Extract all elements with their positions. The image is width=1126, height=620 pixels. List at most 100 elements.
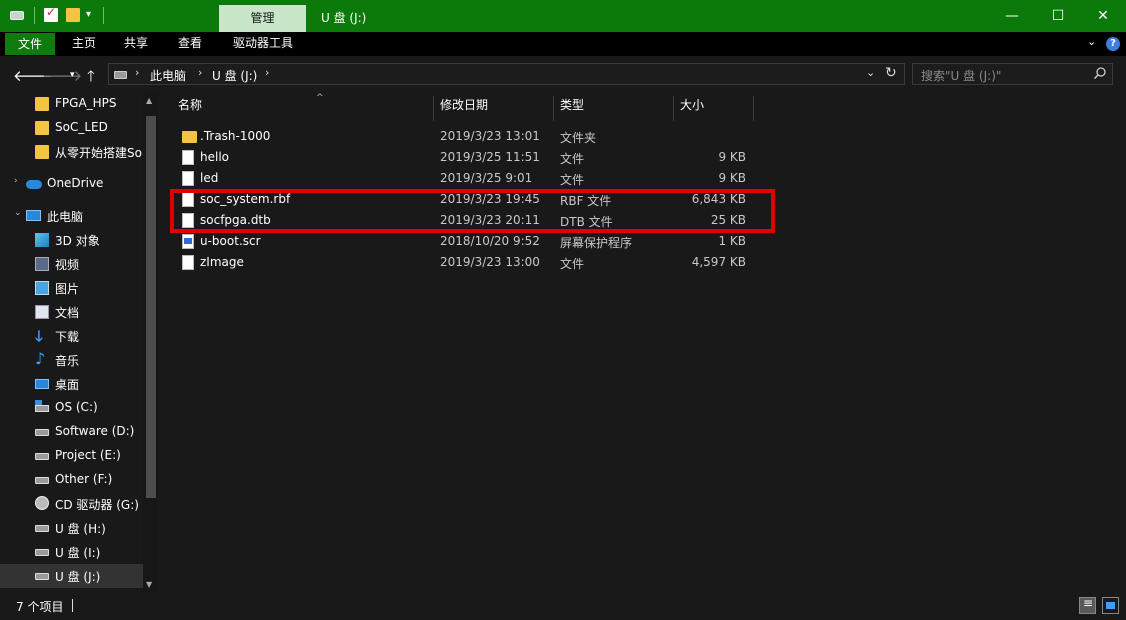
close-button[interactable]: ✕ [1080,0,1126,32]
file-icon [182,150,194,165]
file-size: 9 KB [718,150,746,164]
column-header-size[interactable]: 大小 [680,96,704,121]
forward-arrow-icon[interactable]: 🡒 [42,66,82,85]
breadcrumb-chevron-icon[interactable]: › [265,66,269,79]
sidebar-item-label: 图片 [55,282,80,296]
breadcrumb-chevron-icon[interactable]: › [198,66,202,79]
column-divider[interactable] [433,96,434,121]
address-dropdown-chevron-icon[interactable]: ⌄ [866,66,875,79]
search-input[interactable]: 搜索"U 盘 (J:)" [912,63,1113,85]
sidebar-item-label: SoC_LED [55,120,108,134]
sidebar-item-label: Project (E:) [55,448,121,462]
folder-icon [182,131,197,143]
tab-file[interactable]: 文件 [5,33,55,55]
file-list: 名称 ^ 修改日期 类型 大小 .Trash-1000 2019/3/23 13… [160,92,1126,592]
column-header-date[interactable]: 修改日期 [440,96,488,121]
folder-icon [35,97,49,111]
recent-locations-chevron-icon[interactable]: ▾ [70,70,75,80]
customize-toolbar-chevron-icon[interactable]: ▾ [86,9,91,20]
sidebar-item-label: 桌面 [55,378,80,392]
drive-icon[interactable] [10,11,24,20]
sidebar-item-label: 音乐 [55,354,80,368]
table-row[interactable]: zImage 2019/3/23 13:00 文件 4,597 KB [174,252,759,273]
new-folder-icon[interactable] [66,8,80,22]
large-icons-view-icon[interactable] [1102,597,1119,614]
file-type: 文件 [560,152,585,166]
properties-icon[interactable] [44,5,58,22]
highlight-annotation-box [170,189,775,233]
table-row[interactable]: .Trash-1000 2019/3/23 13:01 文件夹 [174,126,759,147]
sidebar-item-other-f[interactable]: Other (F:) [0,468,143,492]
scroll-down-arrow-icon[interactable]: ▼ [146,580,152,589]
tab-view[interactable]: 查看 [169,32,211,54]
breadcrumb-u-drive[interactable]: U 盘 (J:) [212,67,257,84]
toolbar-divider [103,7,104,24]
maximize-button[interactable]: ☐ [1035,0,1081,32]
file-date: 2019/3/23 13:01 [440,129,540,143]
tab-share[interactable]: 共享 [115,32,157,54]
sidebar-item-videos[interactable]: 视频 [0,252,143,276]
file-date: 2018/10/20 9:52 [440,234,540,248]
music-icon: ♪ [35,349,46,368]
sidebar-item-downloads[interactable]: 🡓 下载 [0,324,143,348]
toolbar-divider [34,7,35,24]
drive-icon [35,549,49,556]
minimize-button[interactable]: — [989,0,1035,32]
sidebar-item-music[interactable]: ♪ 音乐 [0,348,143,372]
sidebar-item-u-drive-h[interactable]: U 盘 (H:) [0,516,143,540]
sidebar-item-project-e[interactable]: Project (E:) [0,444,143,468]
sidebar-item-software-d[interactable]: Software (D:) [0,420,143,444]
up-arrow-icon[interactable]: 🡑 [87,66,95,91]
expand-chevron-icon[interactable]: ⌄ [14,208,22,218]
scroll-up-arrow-icon[interactable]: ▲ [146,96,152,105]
file-size: 4,597 KB [691,255,746,269]
status-divider [72,599,73,612]
expand-ribbon-chevron-icon[interactable]: ⌄ [1087,35,1096,48]
download-icon: 🡓 [35,327,43,345]
tab-drive-tools[interactable]: 驱动器工具 [226,32,300,54]
sort-ascending-icon: ^ [316,93,324,103]
sidebar-item-fpga-hps[interactable]: FPGA_HPS [0,92,143,116]
sidebar-item-desktop[interactable]: 桌面 [0,372,143,396]
column-divider[interactable] [673,96,674,121]
address-bar[interactable]: › 此电脑 › U 盘 (J:) › ⌄ ↻ [108,63,905,85]
drive-icon [35,573,49,580]
file-type: 屏幕保护程序 [560,236,633,250]
table-row[interactable]: led 2019/3/25 9:01 文件 9 KB [174,168,759,189]
sidebar-item-label: 文档 [55,306,80,320]
column-divider[interactable] [753,96,754,121]
sidebar-item-label: 此电脑 [47,210,84,224]
sidebar-scrollbar[interactable]: ▲ ▼ [143,92,158,592]
sidebar-item-documents[interactable]: 文档 [0,300,143,324]
table-row[interactable]: hello 2019/3/25 11:51 文件 9 KB [174,147,759,168]
sidebar-item-this-pc[interactable]: ⌄ 此电脑 [0,204,143,228]
scrollbar-thumb[interactable] [146,116,156,498]
sidebar-item-pictures[interactable]: 图片 [0,276,143,300]
search-icon[interactable] [1093,66,1107,80]
file-size: 9 KB [718,171,746,185]
sidebar-item-cd-g[interactable]: CD 驱动器 (G:) [0,492,143,516]
sidebar-item-soc-from-scratch[interactable]: 从零开始搭建So [0,140,143,164]
table-row[interactable]: u-boot.scr 2018/10/20 9:52 屏幕保护程序 1 KB [174,231,759,252]
status-bar: 7 个项目 [0,592,1126,620]
column-divider[interactable] [553,96,554,121]
column-header-type[interactable]: 类型 [560,96,584,121]
details-view-icon[interactable] [1079,596,1096,614]
item-count: 7 个项目 [16,600,64,614]
breadcrumb-chevron-icon[interactable]: › [135,66,139,79]
file-name: led [200,171,219,185]
sidebar-item-label: 从零开始搭建So [55,146,142,160]
tab-manage[interactable]: 管理 [219,5,306,32]
sidebar-item-u-drive-i[interactable]: U 盘 (I:) [0,540,143,564]
breadcrumb-this-pc[interactable]: 此电脑 [150,67,186,84]
sidebar-item-onedrive[interactable]: › OneDrive [0,172,143,196]
expand-chevron-icon[interactable]: › [14,176,18,186]
refresh-icon[interactable]: ↻ [885,65,897,81]
help-icon[interactable]: ? [1106,37,1120,51]
sidebar-item-u-drive-j[interactable]: U 盘 (J:) [0,564,143,588]
sidebar-item-soc-led[interactable]: SoC_LED [0,116,143,140]
sidebar-item-os-c[interactable]: OS (C:) [0,396,143,420]
tab-home[interactable]: 主页 [63,32,105,54]
column-header-name[interactable]: 名称 ^ [178,93,324,121]
sidebar-item-3d-objects[interactable]: 3D 对象 [0,228,143,252]
